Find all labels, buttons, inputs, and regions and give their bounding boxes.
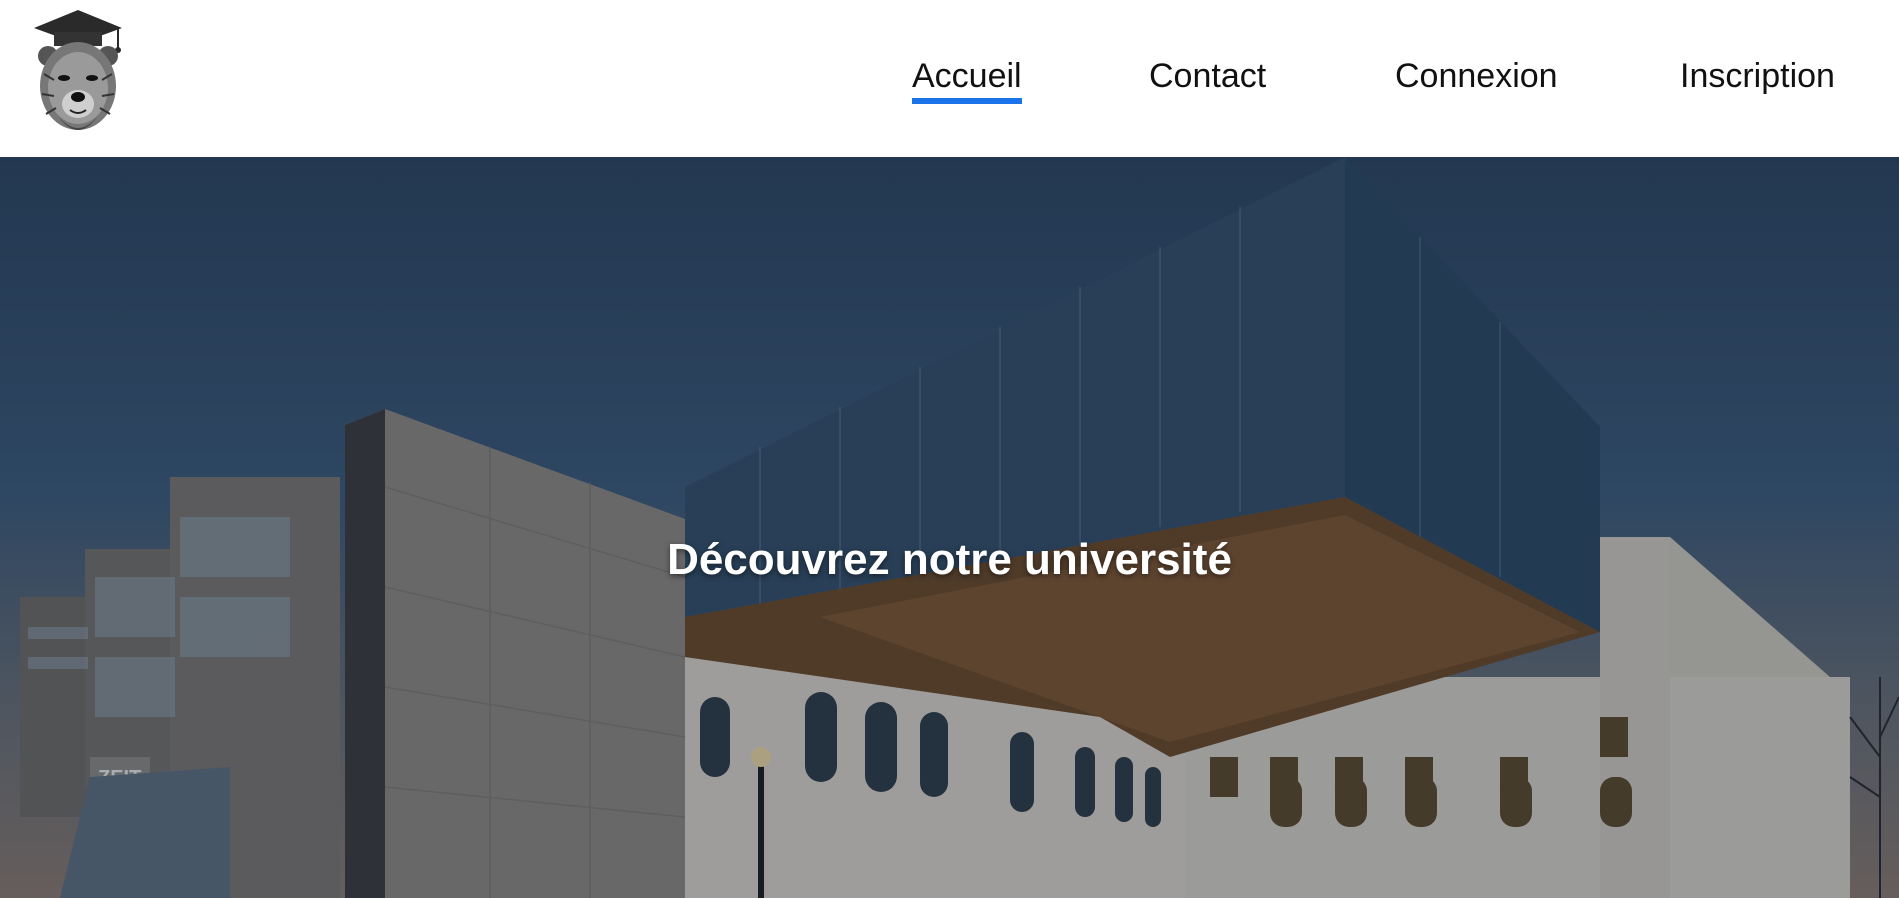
nav-contact[interactable]: Contact (1149, 54, 1266, 98)
main-nav: Accueil Contact Connexion Inscription (0, 54, 1899, 114)
nav-connexion[interactable]: Connexion (1395, 54, 1558, 98)
hero-title: Découvrez notre université (667, 535, 1232, 584)
hero-banner: ZEIT (0, 157, 1899, 898)
hero-overlay (0, 157, 1899, 898)
nav-accueil[interactable]: Accueil (912, 54, 1022, 104)
nav-inscription[interactable]: Inscription (1680, 54, 1835, 98)
site-header: Accueil Contact Connexion Inscription (0, 0, 1899, 157)
